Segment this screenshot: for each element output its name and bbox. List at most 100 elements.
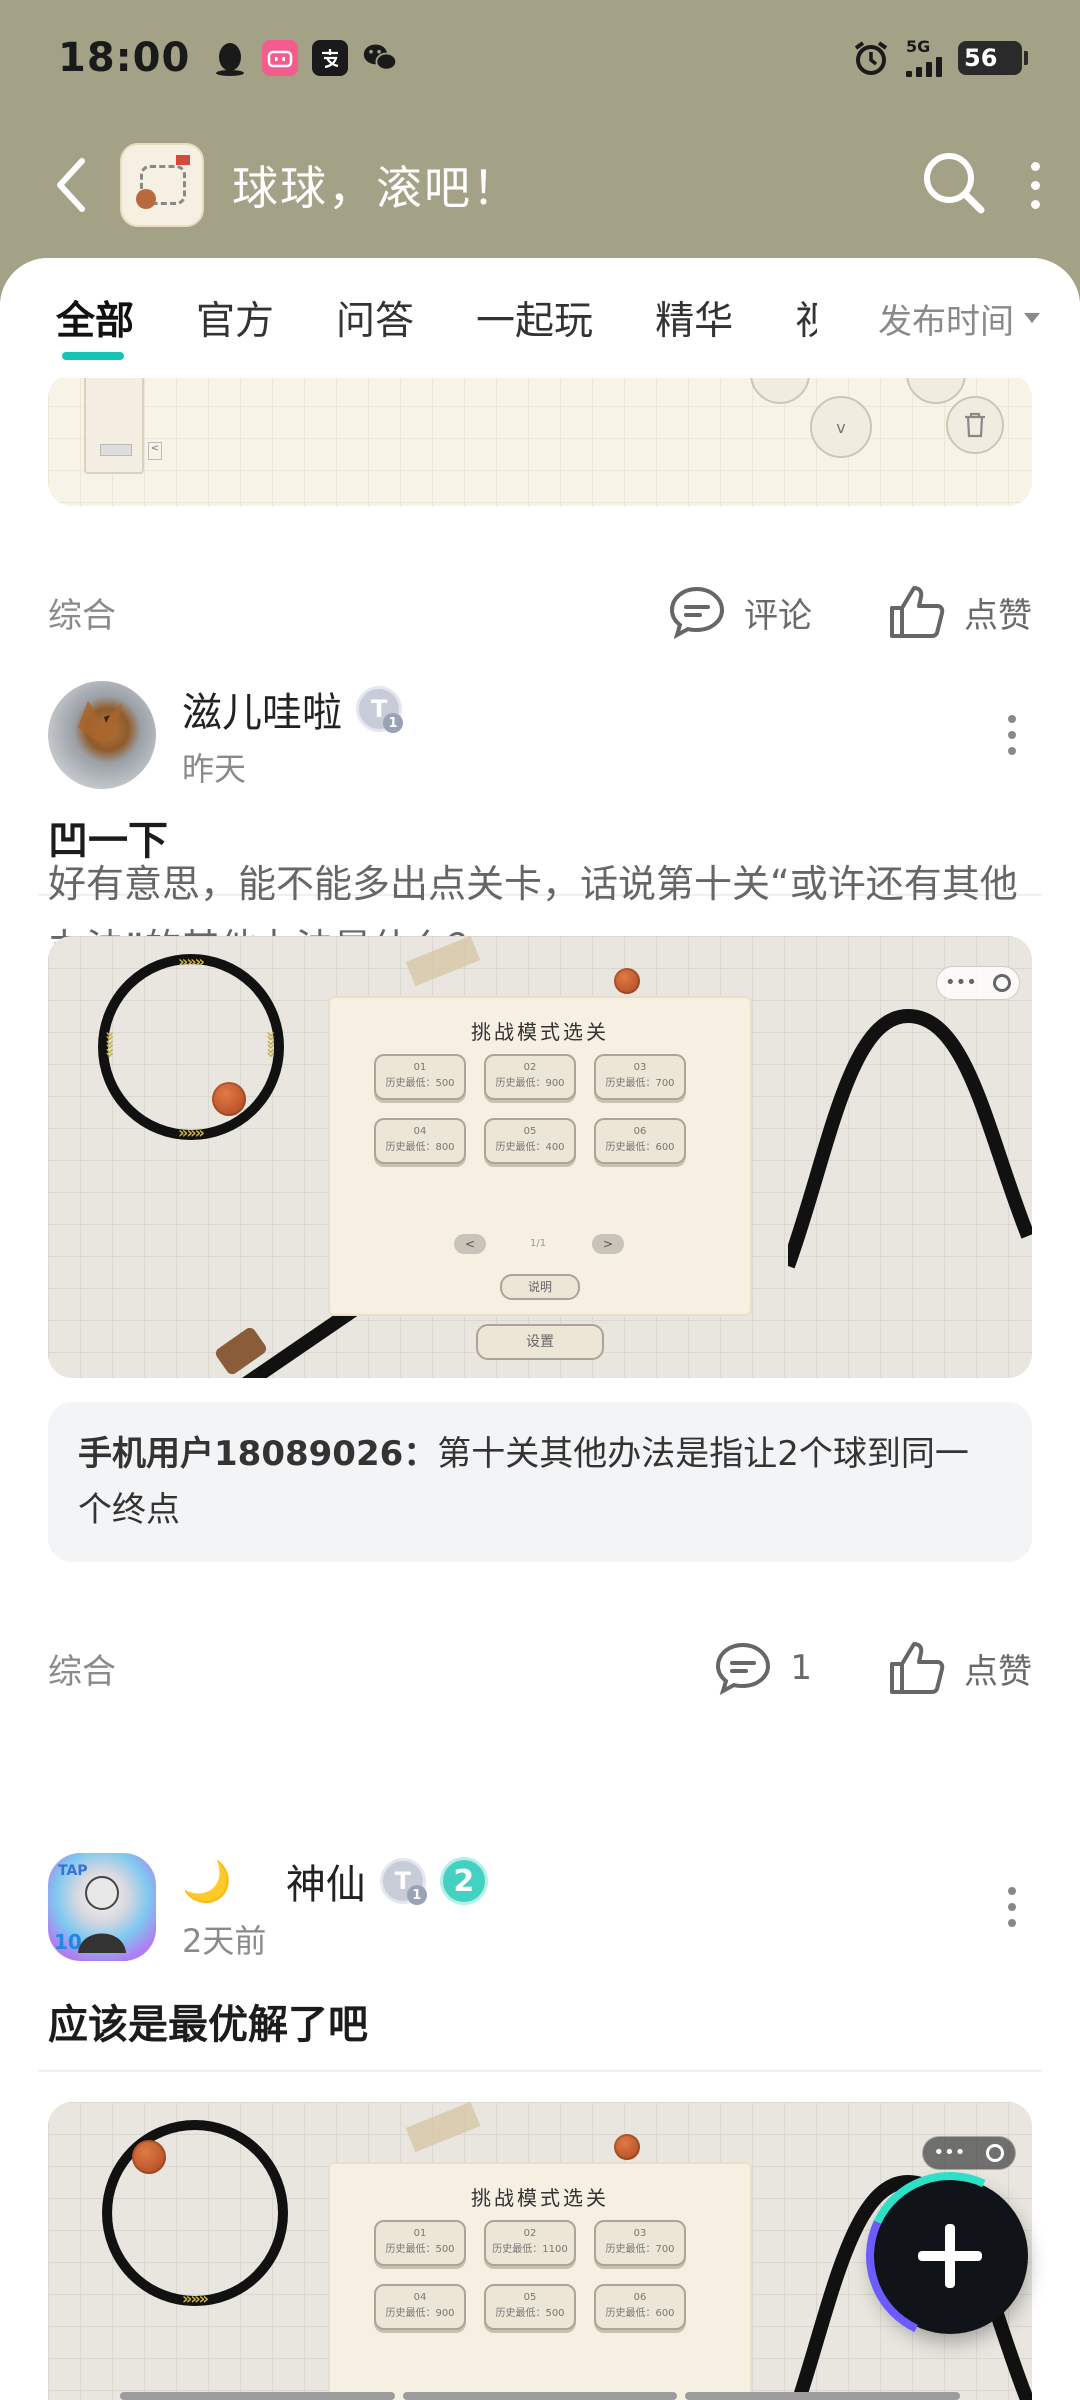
level-button: 03 历史最低：700 (594, 2220, 686, 2266)
svg-text:10: 10 (54, 1930, 82, 1954)
more-dots-icon: ••• (933, 2142, 966, 2163)
verified-badge-icon: T1 (356, 686, 403, 733)
page-indicator-bars (120, 2392, 961, 2400)
back-button[interactable] (40, 145, 100, 225)
caret-down-icon (1024, 313, 1040, 323)
post-footer: 综合 1 点赞 (48, 1628, 1032, 1708)
comment-button[interactable]: 评论 (668, 585, 812, 639)
thumbs-up-icon (890, 1642, 945, 1694)
comment-label: 评论 (744, 595, 812, 636)
level-button: 04 历史最低：800 (374, 1118, 466, 1164)
chevron-down-icon: v (810, 396, 872, 458)
top-comment[interactable]: 手机用户18089026：第十关其他办法是指让2个球到同一个终点 (48, 1402, 1032, 1562)
level-button: 02 历史最低：900 (484, 1054, 576, 1100)
signal-icon (906, 55, 942, 77)
ring-obstacle: »»» »»» »»» »»» (98, 952, 284, 1142)
post-time: 2天前 (182, 1922, 267, 1960)
more-menu-button[interactable] (1031, 161, 1040, 209)
avatar[interactable]: TAP 10 (48, 1853, 156, 1961)
tape-decoration (405, 2102, 481, 2153)
phone-sketch (84, 374, 144, 474)
back-arrow-icon (57, 158, 85, 212)
app-header: 球球，滚吧！ (0, 130, 1080, 240)
post-author-row: TAP 10 🌙 神仙 T1 2 2天前 (48, 1852, 1032, 1962)
level-button: 06 历史最低：600 (594, 1118, 686, 1164)
thumbs-up-icon (890, 586, 945, 638)
level-button: 05 历史最低：400 (484, 1118, 576, 1164)
tab-featured[interactable]: 精华 (655, 290, 733, 346)
tab-official[interactable]: 官方 (196, 290, 274, 346)
like-button[interactable]: 点赞 (888, 584, 1032, 640)
verified-badge-icon: T1 (379, 1858, 427, 1905)
post-time: 昨天 (182, 750, 247, 788)
post-image[interactable]: »»» »»» »»» »»» 挑战模式选关 01 历史最低：500 02 历史最低… (48, 936, 1032, 1378)
post-tag[interactable]: 综合 (48, 588, 116, 637)
post-tag[interactable]: 综合 (48, 1644, 116, 1693)
status-time: 18:00 (58, 34, 191, 81)
sort-dropdown[interactable]: 发布时间 (854, 258, 1040, 378)
create-post-button[interactable] (872, 2178, 1028, 2334)
level-select-panel: 挑战模式选关 01 历史最低：500 02 历史最低：900 03 历史最低：700 … (330, 998, 750, 1314)
network-type: 5G (906, 36, 931, 56)
comment-icon (669, 586, 725, 639)
battery-level: 56 (964, 43, 998, 72)
author-name[interactable]: 神仙 (286, 1852, 366, 1910)
level-button: 05 历史最低：500 (484, 2284, 576, 2330)
sort-label: 发布时间 (878, 301, 1014, 342)
wechat-icon (362, 40, 398, 76)
close-target-icon (992, 974, 1011, 992)
status-right: 5G 56 (852, 36, 1028, 77)
author-prefix: 🌙 (182, 1858, 232, 1905)
search-icon (924, 153, 985, 214)
post-image[interactable]: < v (48, 374, 1032, 506)
search-button[interactable] (921, 150, 987, 220)
settings-button: 设置 (476, 1324, 604, 1360)
tab-qa[interactable]: 问答 (336, 290, 414, 346)
svg-text:TAP: TAP (58, 1863, 88, 1879)
more-dots-icon: ••• (945, 972, 977, 993)
trash-icon (946, 396, 1004, 454)
post-author-row: 滋儿哇啦 T1 昨天 (48, 680, 1032, 790)
tab-all[interactable]: 全部 (56, 290, 134, 360)
like-button[interactable]: 点赞 (888, 1640, 1032, 1696)
close-target-icon (986, 2144, 1005, 2162)
level-button: 01 历史最低：500 (374, 2220, 466, 2266)
panel-title: 挑战模式选关 (471, 2186, 609, 2210)
post-footer: 综合 评论 点赞 (48, 572, 1032, 652)
prev-page-icon: < (454, 1234, 486, 1254)
comment-icon (716, 1642, 771, 1695)
level-button: 04 历史最低：900 (374, 2284, 466, 2330)
mini-program-capsule: ••• (936, 966, 1020, 1000)
alarm-icon (854, 40, 888, 75)
comment-button[interactable]: 1 (714, 1641, 812, 1695)
tab-play-together[interactable]: 一起玩 (476, 290, 593, 346)
control-circle (750, 374, 810, 404)
track-curve (788, 1008, 1032, 1269)
level-button: 03 历史最低：700 (594, 1054, 686, 1100)
author-name[interactable]: 滋儿哇啦 (182, 680, 342, 738)
battery-icon: 56 (958, 40, 1028, 75)
comment-author: 手机用户18089026： (78, 1434, 438, 1474)
level-button: 01 历史最低：500 (374, 1054, 466, 1100)
tab-video[interactable]: 视 (795, 290, 817, 346)
ball (614, 968, 640, 994)
ring-obstacle: »»» (102, 2120, 288, 2308)
plus-icon (918, 2224, 982, 2288)
avatar[interactable] (48, 681, 156, 789)
post-more-button[interactable] (992, 705, 1032, 765)
like-label: 点赞 (964, 595, 1032, 636)
info-button: 说明 (500, 1274, 580, 1300)
like-label: 点赞 (964, 1651, 1032, 1692)
tape-decoration (405, 936, 481, 987)
panel-title: 挑战模式选关 (471, 1020, 609, 1044)
mini-program-capsule: ••• (922, 2136, 1016, 2170)
post-more-button[interactable] (992, 1877, 1032, 1937)
ball (614, 2134, 640, 2160)
qq-icon (212, 40, 248, 76)
post-title[interactable]: 应该是最优解了吧 (48, 1992, 368, 2050)
page-indicator: 1/1 (530, 1238, 547, 1249)
alipay-icon (312, 39, 349, 76)
next-page-icon: > (592, 1234, 624, 1254)
level-button: 02 历史最低：1100 (484, 2220, 576, 2266)
game-icon[interactable] (120, 143, 204, 227)
